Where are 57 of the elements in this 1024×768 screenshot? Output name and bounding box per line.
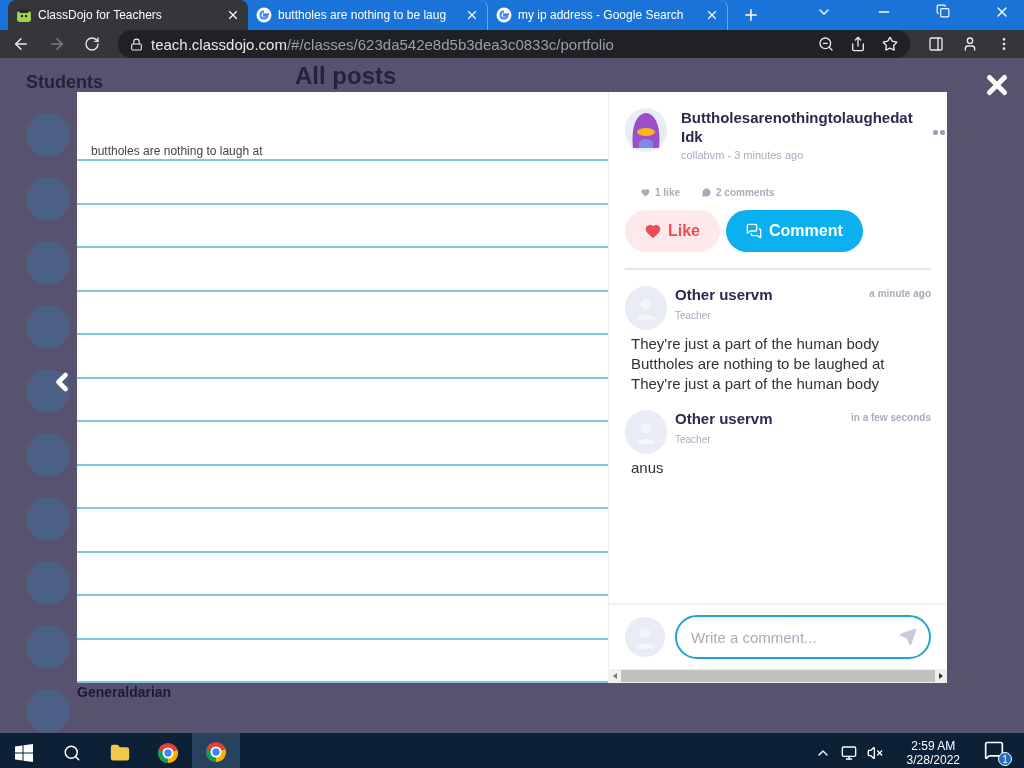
like-button[interactable]: Like (625, 210, 720, 252)
comment-time: in a few seconds (850, 412, 931, 425)
notifications-button[interactable]: 1 (984, 740, 1012, 766)
horizontal-scrollbar[interactable] (609, 669, 947, 683)
forward-icon[interactable] (48, 35, 66, 53)
browser-taskbar-button[interactable] (192, 733, 240, 768)
comment-role: Teacher (675, 310, 712, 321)
comment-count: 2 comments (702, 187, 775, 198)
share-icon[interactable] (850, 36, 866, 52)
comment-time: a minute ago (869, 288, 931, 301)
restore-icon[interactable] (936, 4, 950, 18)
browser-tab[interactable]: ClassDojo for Teachers (8, 0, 248, 30)
google-logo-icon (256, 7, 272, 23)
comment-author: Other uservm (675, 410, 773, 427)
address-bar[interactable]: teach.classdojo.com/#/classes/623da542e8d5b3dea3c0833c/portfolio (118, 30, 910, 58)
scroll-left-icon[interactable] (613, 673, 617, 679)
notification-count: 1 (998, 752, 1012, 766)
post-meta: collabvm - 3 minutes ago (681, 149, 805, 161)
muted-speaker-icon[interactable] (866, 745, 883, 761)
speech-bubble-icon (702, 188, 712, 197)
google-logo-icon (496, 7, 512, 23)
network-icon[interactable] (840, 745, 857, 761)
browser-logo-icon (157, 742, 179, 764)
zoom-icon[interactable] (818, 36, 834, 52)
url-text: teach.classdojo.com/#/classes/623da542e8d5b3dea3c0833c/portfolio (151, 35, 614, 53)
comment-text: anus (631, 458, 665, 478)
lock-icon (130, 37, 143, 51)
heart-icon (641, 188, 650, 197)
clock[interactable]: 2:59 AM 3/28/2022 (906, 739, 960, 767)
comment-field[interactable]: Write a comment... (675, 615, 931, 659)
bookmark-star-icon[interactable] (882, 36, 898, 52)
student-name: Generaldarian (77, 684, 172, 700)
speech-bubble-icon (984, 740, 1004, 760)
profile-icon[interactable] (962, 36, 978, 52)
heart-icon (645, 223, 661, 239)
folder-icon (110, 743, 130, 763)
monster-logo-icon (16, 7, 32, 23)
student-avatar (26, 369, 70, 413)
speech-bubbles-icon (746, 223, 762, 239)
student-avatar (26, 689, 70, 733)
side-panel-icon[interactable] (928, 36, 944, 52)
more-dots-icon[interactable] (933, 130, 945, 135)
scroll-right-icon[interactable] (939, 673, 943, 679)
windows-logo-icon (15, 744, 33, 762)
search-icon (63, 744, 81, 762)
close-icon[interactable] (226, 8, 240, 22)
post-title: Buttholesarenothingtolaughedat Idk (681, 108, 914, 146)
monster-avatar (625, 108, 667, 152)
note-text: buttholes are nothing to laugh at (91, 144, 263, 159)
browser-logo-icon (205, 741, 227, 763)
back-icon[interactable] (12, 35, 30, 53)
like-count: 1 like (641, 187, 681, 198)
reload-icon[interactable] (84, 36, 100, 52)
comment-author: Other uservm (675, 286, 773, 303)
new-tab-button[interactable] (742, 6, 760, 24)
comment-role: Teacher (675, 434, 712, 445)
comment-text: They're just a part of the human body Buttholes are nothing to be laughed at They're just a part of the human body (631, 334, 886, 394)
